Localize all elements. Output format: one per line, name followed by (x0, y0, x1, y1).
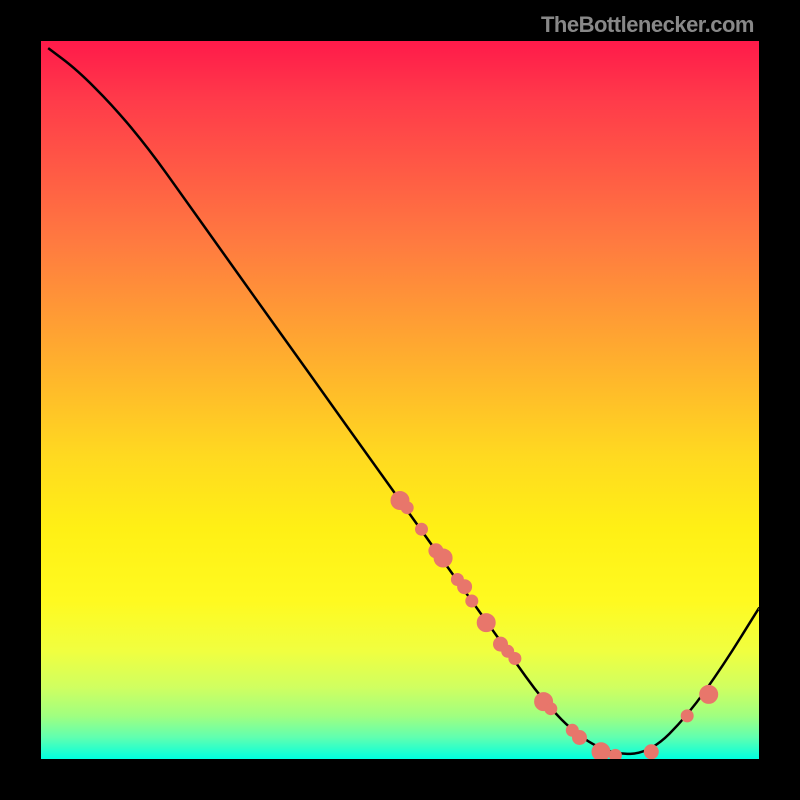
plot-area (41, 41, 759, 759)
bottleneck-curve (48, 48, 759, 754)
chart-svg (41, 41, 759, 759)
data-point (609, 749, 621, 759)
data-point (401, 502, 413, 514)
data-point (573, 731, 587, 745)
data-point (644, 745, 658, 759)
data-point (700, 685, 718, 703)
data-point (466, 595, 478, 607)
data-point (592, 743, 610, 759)
data-point (509, 653, 521, 665)
watermark-text: TheBottlenecker.com (541, 12, 754, 38)
data-point (434, 549, 452, 567)
highlight-points (391, 492, 718, 760)
data-point (477, 614, 495, 632)
chart-container: TheBottlenecker.com (0, 0, 800, 800)
data-point (458, 580, 472, 594)
data-point (416, 523, 428, 535)
data-point (681, 710, 693, 722)
data-point (545, 703, 557, 715)
